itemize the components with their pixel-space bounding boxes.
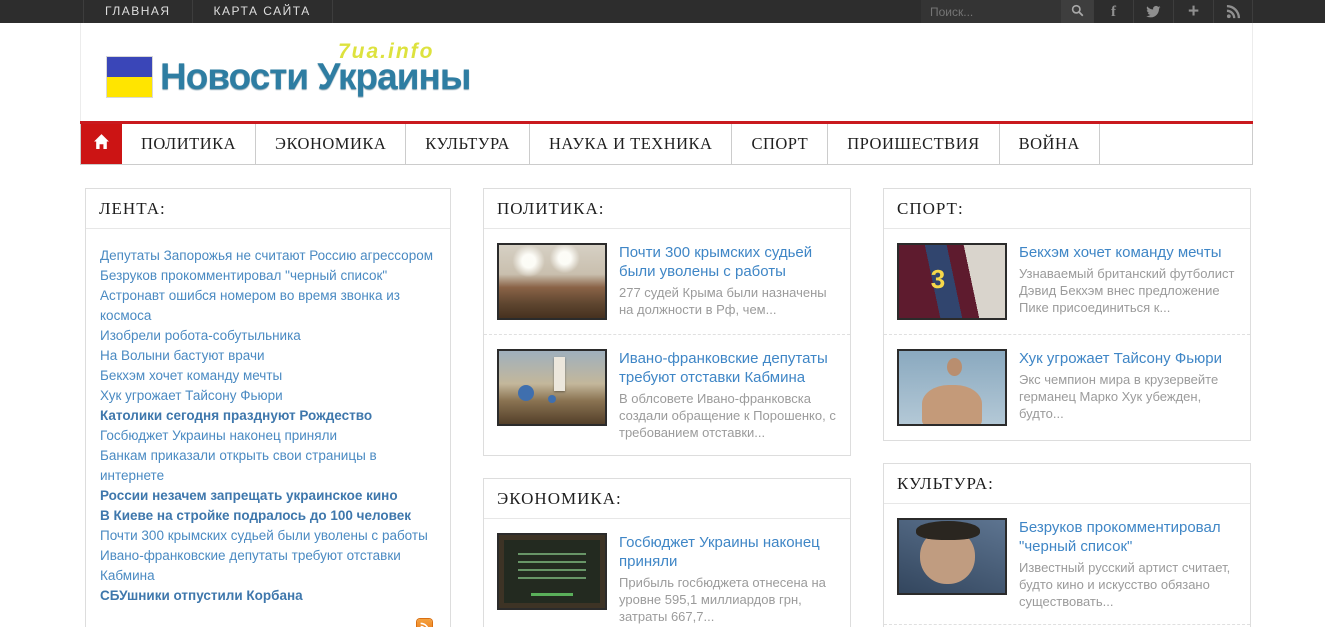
feed-link[interactable]: Депутаты Запорожья не считают Россию агр… xyxy=(100,246,436,266)
google-plus-icon[interactable] xyxy=(1173,0,1213,23)
feed-link[interactable]: На Волыни бастуют врачи xyxy=(100,346,436,366)
topbar-link-home[interactable]: ГЛАВНАЯ xyxy=(84,0,193,23)
culture-box: КУЛЬТУРА: Безруков прокомментировал "чер… xyxy=(883,463,1251,627)
article: Бекхэм хочет команду мечты Узнаваемый бр… xyxy=(884,229,1250,334)
nav-item-science-tech[interactable]: НАУКА И ТЕХНИКА xyxy=(530,124,732,164)
article-excerpt: В облсовете Ивано-франковска создали обр… xyxy=(619,390,837,441)
feed-link[interactable]: СБУшники отпустили Корбана xyxy=(100,586,436,606)
nav-item-war[interactable]: ВОЙНА xyxy=(1000,124,1100,164)
article: Хук угрожает Тайсону Фьюри Экс чемпион м… xyxy=(884,334,1250,440)
article-excerpt: 277 судей Крыма были назначены на должно… xyxy=(619,284,837,318)
feed-rss-icon[interactable] xyxy=(417,619,432,627)
top-bar: ГЛАВНАЯ КАРТА САЙТА xyxy=(0,0,1325,23)
feed-link[interactable]: Банкам приказали открыть свои страницы в… xyxy=(100,446,436,486)
nav-item-politics[interactable]: ПОЛИТИКА xyxy=(122,124,256,164)
article: Безруков прокомментировал "черный список… xyxy=(884,504,1250,624)
feed-link[interactable]: Изобрели робота-собутыльника xyxy=(100,326,436,346)
article-thumbnail[interactable] xyxy=(897,518,1007,595)
article-thumbnail[interactable] xyxy=(497,243,607,320)
facebook-glyph xyxy=(1111,3,1116,21)
article-title-link[interactable]: Безруков прокомментировал "черный список… xyxy=(1019,518,1237,556)
search-icon xyxy=(1071,4,1084,20)
search-button[interactable] xyxy=(1061,0,1093,23)
facebook-icon[interactable] xyxy=(1093,0,1133,23)
nav-item-sport[interactable]: СПОРТ xyxy=(732,124,828,164)
article-thumbnail[interactable] xyxy=(497,349,607,426)
feed-link[interactable]: Ивано-франковские депутаты требуют отста… xyxy=(100,546,436,586)
nav-home-button[interactable] xyxy=(81,124,122,164)
sport-box-title: СПОРТ: xyxy=(884,189,1250,229)
ukraine-flag-icon xyxy=(107,57,152,97)
rss-icon[interactable] xyxy=(1213,0,1253,23)
article-thumbnail[interactable] xyxy=(897,349,1007,426)
article-excerpt: Экс чемпион мира в крузервейте германец … xyxy=(1019,371,1237,422)
article: Госбюджет Украины наконец приняли Прибыл… xyxy=(484,519,850,627)
culture-box-title: КУЛЬТУРА: xyxy=(884,464,1250,504)
politics-box: ПОЛИТИКА: Почти 300 крымских судьей были… xyxy=(483,188,851,456)
main-content: ЛЕНТА: Депутаты Запорожья не считают Рос… xyxy=(80,188,1253,627)
article-title-link[interactable]: Ивано-франковские депутаты требуют отста… xyxy=(619,349,837,387)
article-title-link[interactable]: Почти 300 крымских судьей были уволены с… xyxy=(619,243,837,281)
rss-glyph xyxy=(1226,4,1241,19)
sport-box: СПОРТ: Бекхэм хочет команду мечты Узнава… xyxy=(883,188,1251,441)
feed-link[interactable]: Безруков прокомментировал "черный список… xyxy=(100,266,436,286)
feed-link[interactable]: Католики сегодня празднуют Рождество xyxy=(100,406,436,426)
feed-link[interactable]: России незачем запрещать украинское кино xyxy=(100,486,436,506)
topbar-link-sitemap[interactable]: КАРТА САЙТА xyxy=(193,0,333,23)
plus-glyph xyxy=(1188,1,1199,23)
nav-item-economy[interactable]: ЭКОНОМИКА xyxy=(256,124,406,164)
site-domain: 7ua.info xyxy=(338,40,435,64)
nav-item-incidents[interactable]: ПРОИШЕСТВИЯ xyxy=(828,124,999,164)
main-nav: ПОЛИТИКА ЭКОНОМИКА КУЛЬТУРА НАУКА И ТЕХН… xyxy=(80,124,1253,165)
site-header: 7ua.info Новости Украины xyxy=(80,23,1253,121)
page-container: 7ua.info Новости Украины ПОЛИТИКА ЭКОНОМ… xyxy=(80,23,1253,627)
feed-link[interactable]: Госбюджет Украины наконец приняли xyxy=(100,426,436,446)
twitter-icon[interactable] xyxy=(1133,0,1173,23)
article: Почти 300 крымских судьей были уволены с… xyxy=(484,229,850,334)
feed-link[interactable]: В Киеве на стройке подралось до 100 чело… xyxy=(100,506,436,526)
feed-box: ЛЕНТА: Депутаты Запорожья не считают Рос… xyxy=(85,188,451,627)
article-thumbnail[interactable] xyxy=(897,243,1007,320)
article-excerpt: Известный русский артист считает, будто … xyxy=(1019,559,1237,610)
politics-box-title: ПОЛИТИКА: xyxy=(484,189,850,229)
home-icon xyxy=(93,133,110,155)
twitter-bird-glyph xyxy=(1146,5,1161,19)
nav-item-culture[interactable]: КУЛЬТУРА xyxy=(406,124,530,164)
feed-link[interactable]: Почти 300 крымских судьей были уволены с… xyxy=(100,526,436,546)
article: Ивано-франковские депутаты требуют отста… xyxy=(484,334,850,455)
feed-link[interactable]: Астронавт ошибся номером во время звонка… xyxy=(100,286,436,326)
article-excerpt: Прибыль госбюджета отнесена на уровне 59… xyxy=(619,574,837,625)
feed-link[interactable]: Бекхэм хочет команду мечты xyxy=(100,366,436,386)
economy-box: ЭКОНОМИКА: Госбюджет Украины наконец при… xyxy=(483,478,851,627)
feed-box-title: ЛЕНТА: xyxy=(86,189,450,229)
article-excerpt: Узнаваемый британский футболист Дэвид Бе… xyxy=(1019,265,1237,316)
article-title-link[interactable]: Госбюджет Украины наконец приняли xyxy=(619,533,837,571)
search-input[interactable] xyxy=(921,0,1061,23)
article-title-link[interactable]: Бекхэм хочет команду мечты xyxy=(1019,243,1237,262)
article-thumbnail[interactable] xyxy=(497,533,607,610)
article-title-link[interactable]: Хук угрожает Тайсону Фьюри xyxy=(1019,349,1237,368)
feed-link[interactable]: Хук угрожает Тайсону Фьюри xyxy=(100,386,436,406)
site-logo[interactable]: 7ua.info Новости Украины xyxy=(107,56,470,98)
economy-box-title: ЭКОНОМИКА: xyxy=(484,479,850,519)
search-box xyxy=(921,0,1093,23)
